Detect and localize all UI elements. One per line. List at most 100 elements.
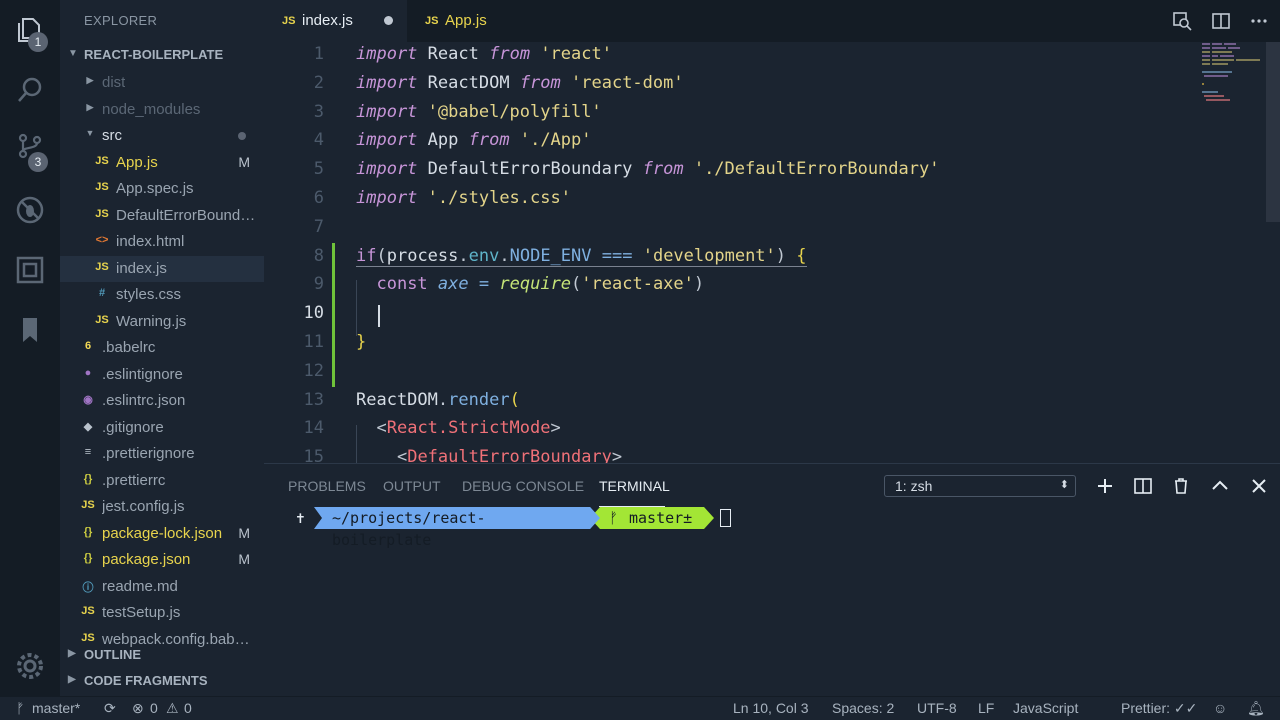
warning-count[interactable]: 0 (184, 700, 192, 716)
code-line: 15 <DefaultErrorBoundary> (264, 445, 1280, 463)
line-ending[interactable]: LF (978, 700, 994, 716)
encoding[interactable]: UTF-8 (917, 700, 957, 716)
more-actions-icon[interactable] (1249, 11, 1269, 31)
file-tree-item[interactable]: JS App.spec.js (60, 176, 264, 202)
file-tree-item[interactable]: ⓘ readme.md (60, 574, 264, 600)
line-number: 3 (313, 102, 324, 122)
trash-icon[interactable] (1171, 476, 1191, 496)
code-line: 2 import ReactDOM from 'react-dom' (264, 71, 1280, 99)
tab-output[interactable]: OUTPUT (383, 478, 441, 494)
file-tree-item[interactable]: ≡ .prettierignore (60, 441, 264, 467)
notifications-bell-icon[interactable]: 🔔︎ (1247, 700, 1265, 717)
tab-label: index.js (302, 12, 353, 29)
outline-section-header[interactable]: ▶ OUTLINE (60, 642, 264, 668)
code-line-current: 10 (264, 301, 1280, 329)
file-tree-item[interactable]: JS testSetup.js (60, 600, 264, 626)
code-line: 8 if(process.env.NODE_ENV === 'developmen… (264, 244, 1280, 272)
line-number: 9 (313, 274, 324, 294)
branch-icon[interactable]: ᚠ (16, 700, 24, 716)
cursor-position[interactable]: Ln 10, Col 3 (733, 700, 809, 716)
line-number: 7 (313, 217, 324, 237)
code-editor[interactable]: 1 import React from 'react' 2 import React… (264, 42, 1280, 463)
feedback-smiley-icon[interactable]: ☺ (1213, 700, 1227, 716)
tab-terminal[interactable]: TERMINAL (599, 478, 670, 494)
warnings-icon[interactable]: ⚠ (166, 700, 179, 717)
minimap[interactable] (1180, 42, 1280, 463)
prettier-ignore-icon: ≡ (84, 446, 92, 458)
file-tree-label: index.html (116, 233, 185, 250)
line-number: 6 (313, 188, 324, 208)
git-branch[interactable]: master* (32, 700, 80, 716)
code-line: 1 import React from 'react' (264, 42, 1280, 70)
git-modified-badge: M (238, 525, 250, 541)
file-tree-item[interactable]: {} package-lock.json M (60, 521, 264, 547)
project-section-header[interactable]: ▼ REACT-BOILERPLATE (60, 42, 264, 68)
file-tree-item[interactable]: ◆ .gitignore (60, 415, 264, 441)
chevron-right-icon: ▶ (86, 102, 94, 112)
tab-label: App.js (445, 12, 487, 29)
js-file-icon: JS (81, 499, 95, 511)
file-tree-label: package-lock.json (102, 525, 223, 542)
language-mode[interactable]: JavaScript (1013, 700, 1078, 716)
code-fragments-section-header[interactable]: ▶ CODE FRAGMENTS (60, 668, 264, 694)
file-tree-item[interactable]: {} package.json M (60, 547, 264, 573)
file-tree-item[interactable]: JS App.js M (60, 150, 264, 176)
css-file-icon: # (98, 287, 106, 299)
tab-problems[interactable]: PROBLEMS (288, 478, 366, 494)
prettier-status[interactable]: Prettier: ✓✓ (1121, 700, 1197, 717)
file-tree-item[interactable]: {} .prettierrc (60, 468, 264, 494)
line-number: 5 (313, 159, 324, 179)
file-tree-item[interactable]: # styles.css (60, 282, 264, 308)
tab-index-js[interactable]: JS index.js (264, 0, 407, 42)
close-panel-icon[interactable] (1249, 476, 1269, 496)
indentation[interactable]: Spaces: 2 (832, 700, 894, 716)
file-tree-item[interactable]: ● .eslintignore (60, 362, 264, 388)
search-icon[interactable] (14, 74, 46, 106)
debug-icon[interactable] (14, 194, 46, 226)
open-preview-icon[interactable] (1172, 11, 1192, 31)
terminal-select[interactable]: 1: zsh ⬍ (884, 475, 1076, 497)
chevron-down-icon: ▼ (68, 48, 78, 59)
git-modified-badge: M (238, 551, 250, 567)
line-number: 14 (303, 418, 324, 438)
maximize-panel-icon[interactable] (1210, 476, 1230, 496)
file-tree-label: .gitignore (102, 419, 164, 436)
activity-bar: 1 3 (0, 0, 60, 696)
file-tree-item[interactable]: <> index.html (60, 229, 264, 255)
js-file-icon: JS (95, 261, 109, 273)
prompt-symbol: ✝ (296, 509, 306, 527)
file-tree-item[interactable]: ▶ node_modules (60, 97, 264, 123)
file-tree-item[interactable]: 6 .babelrc (60, 335, 264, 361)
unsaved-dot-icon[interactable] (384, 16, 393, 25)
file-tree-label: App.spec.js (116, 180, 194, 197)
tab-debug-console[interactable]: DEBUG CONSOLE (462, 478, 584, 494)
line-number: 8 (313, 246, 324, 266)
tab-app-js[interactable]: JS App.js (407, 0, 550, 42)
code-line: 12 (264, 359, 1280, 387)
extensions-icon[interactable] (14, 254, 46, 286)
file-tree-item[interactable]: JS jest.config.js (60, 494, 264, 520)
split-editor-icon[interactable] (1211, 11, 1231, 31)
sync-icon[interactable]: ⟳ (104, 700, 116, 717)
file-tree-label: .prettierignore (102, 445, 195, 462)
split-terminal-icon[interactable] (1133, 476, 1153, 496)
file-tree-item[interactable]: JS Warning.js (60, 309, 264, 335)
new-terminal-icon[interactable] (1095, 476, 1115, 496)
bookmarks-icon[interactable] (14, 314, 46, 346)
js-file-icon: JS (81, 605, 95, 617)
file-tree-item[interactable]: JS DefaultErrorBoundary.js (60, 203, 264, 229)
file-tree-label: App.js (116, 154, 158, 171)
code-line: 4 import App from './App' (264, 128, 1280, 156)
error-count[interactable]: 0 (150, 700, 158, 716)
json-file-icon: {} (83, 473, 93, 485)
errors-icon[interactable]: ⊗ (132, 700, 144, 717)
json-file-icon: {} (83, 552, 93, 564)
settings-gear-icon[interactable] (14, 650, 46, 682)
line-number: 2 (313, 73, 324, 93)
file-tree-item[interactable]: ◉ .eslintrc.json (60, 388, 264, 414)
file-tree-item[interactable]: JS index.js (60, 256, 264, 282)
code-line: 5 import DefaultErrorBoundary from './Def… (264, 157, 1280, 185)
editor-scrollbar[interactable] (1266, 42, 1280, 222)
file-tree-item[interactable]: ▼ src (60, 123, 264, 149)
file-tree-item[interactable]: ▶ dist (60, 70, 264, 96)
